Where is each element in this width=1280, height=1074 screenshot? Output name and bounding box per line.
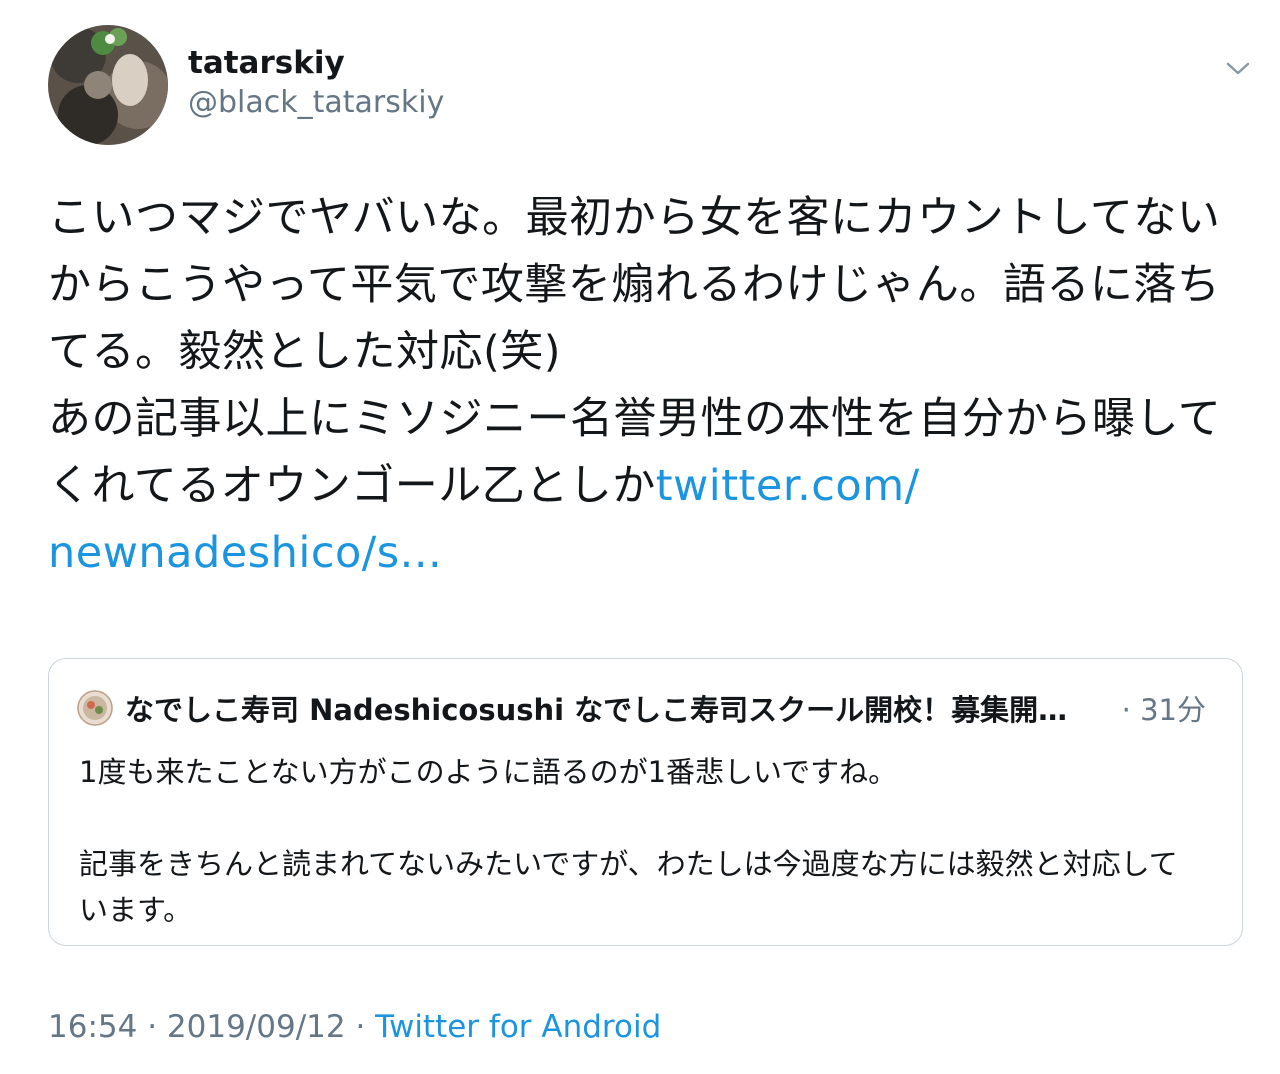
tweet-text: こいつマジでヤバいな。最初から女を客にカウントしてないからこうやって平気で攻撃を… (48, 185, 1243, 587)
author-handle[interactable]: @black_tatarskiy (188, 84, 444, 122)
meta-separator: · (137, 1009, 167, 1045)
quoted-tweet-card[interactable]: なでしこ寿司 Nadeshicosushi なでしこ寿司スクール開校！募集開… … (48, 658, 1243, 946)
tweet-date: 2019/09/12 (166, 1009, 346, 1045)
tweet-source[interactable]: Twitter for Android (375, 1009, 661, 1045)
author-avatar[interactable] (48, 25, 168, 145)
author-display-name[interactable]: tatarskiy (188, 44, 345, 82)
quoted-tweet-author: なでしこ寿司 Nadeshicosushi なでしこ寿司スクール開校！募集開… (125, 693, 1068, 727)
quoted-tweet-text: 1度も来たことない方がこのように語るのが1番悲しいですね。 記事をきちんと読まれ… (79, 755, 1178, 927)
meta-separator-2: · (345, 1009, 376, 1045)
tweet-body: こいつマジでヤバいな。最初から女を客にカウントしてないからこうやって平気で攻撃を… (48, 193, 1222, 511)
quoted-tweet-time: · 31分 (1121, 693, 1206, 727)
tweet-time: 16:54 (48, 1009, 138, 1045)
quoted-user-avatar (77, 690, 113, 726)
chevron-down-icon[interactable] (1222, 54, 1254, 82)
tweet-meta: 16:54 · 2019/09/12 · Twitter for Android (48, 1006, 661, 1048)
quoted-tweet-header: なでしこ寿司 Nadeshicosushi なでしこ寿司スクール開校！募集開… … (77, 687, 1206, 729)
